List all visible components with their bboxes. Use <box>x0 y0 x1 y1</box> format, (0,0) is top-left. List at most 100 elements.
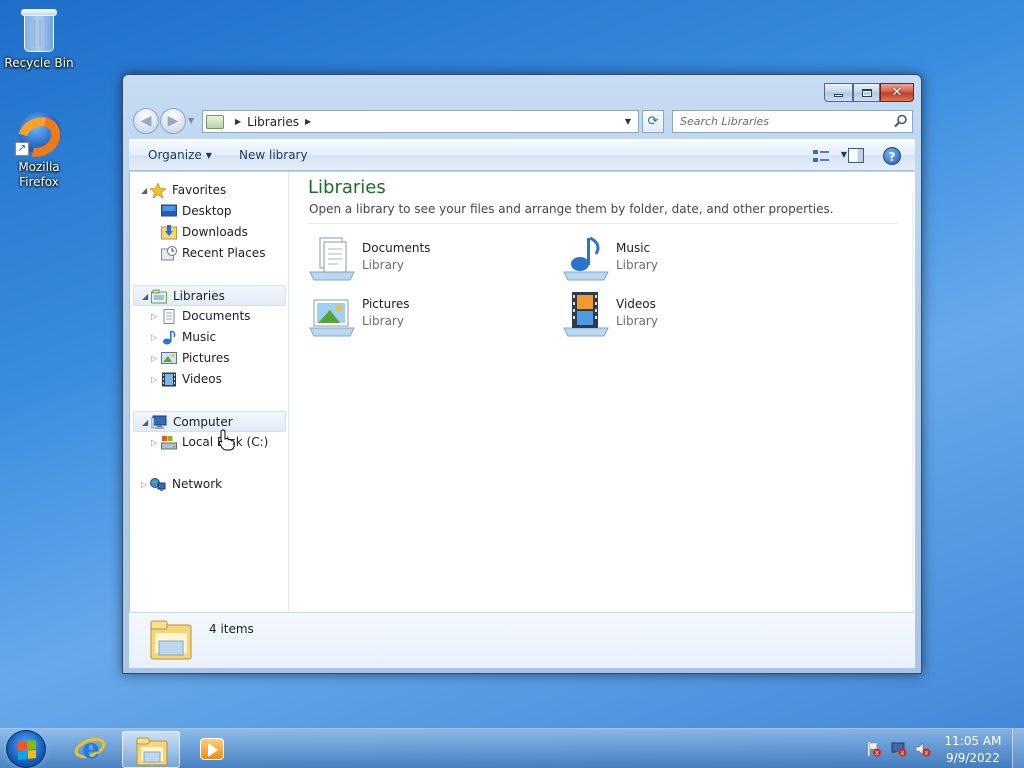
scrollbar-track[interactable] <box>912 192 914 612</box>
taskbar-windows-explorer[interactable] <box>122 731 180 768</box>
help-button[interactable]: ? <box>883 147 901 165</box>
pictures-library-icon <box>309 299 355 337</box>
change-view-icon[interactable] <box>812 149 830 163</box>
tree-label-recent-places: Recent Places <box>182 246 266 260</box>
refresh-button[interactable]: ⟳ <box>642 110 664 133</box>
tree-item-music[interactable]: ▷ Music <box>130 327 288 348</box>
tree-label-documents: Documents <box>182 309 251 323</box>
forward-button[interactable]: ▶ <box>160 108 186 134</box>
documents-library-icon <box>309 237 355 281</box>
back-button[interactable]: ◀ <box>133 108 159 134</box>
downloads-folder-icon <box>161 225 177 240</box>
pictures-icon <box>161 352 177 364</box>
tree-label-videos: Videos <box>182 372 222 386</box>
shortcut-arrow-icon: ↗ <box>15 142 29 156</box>
clock-time[interactable]: 11:05 AM <box>940 734 1006 748</box>
search-input[interactable] <box>673 111 883 132</box>
clock-date[interactable]: 9/9/2022 <box>940 751 1006 765</box>
tree-item-local-disk[interactable]: ▷ Local Disk (C:) <box>130 432 288 453</box>
minimize-button[interactable] <box>824 83 853 102</box>
svg-text:x: x <box>900 749 904 757</box>
collapsed-arrow-icon[interactable]: ▷ <box>151 306 157 327</box>
firefox-icon: ↗ <box>10 109 68 165</box>
recycle-bin-icon <box>15 6 63 54</box>
tree-item-videos[interactable]: ▷ Videos <box>130 369 288 390</box>
preview-pane-button[interactable] <box>848 148 864 163</box>
maximize-button[interactable] <box>853 83 880 102</box>
breadcrumb-separator-icon[interactable]: ▶ <box>305 117 311 126</box>
content-area: ◢ Favorites Desktop Downloads Recent Pla… <box>129 172 915 612</box>
recent-pages-button[interactable]: ▼ <box>188 115 198 127</box>
firefox-desktop-icon[interactable]: ↗ Mozilla Firefox <box>1 109 77 190</box>
navigation-pane[interactable]: ◢ Favorites Desktop Downloads Recent Pla… <box>130 172 289 612</box>
tree-item-network[interactable]: ▷ Network <box>130 474 288 495</box>
chevron-down-icon: ▼ <box>205 151 212 160</box>
expand-arrow-icon[interactable]: ◢ <box>141 180 147 201</box>
library-type: Library <box>616 258 658 272</box>
media-player-icon <box>200 738 224 760</box>
tree-item-pictures[interactable]: ▷ Pictures <box>130 348 288 369</box>
collapsed-arrow-icon[interactable]: ▷ <box>151 369 157 390</box>
network-icon <box>150 478 166 491</box>
library-item-music[interactable]: Music Library <box>562 234 782 284</box>
tree-item-documents[interactable]: ▷ Documents <box>130 306 288 327</box>
window-caption-buttons: ✕ <box>824 75 921 102</box>
videos-filmstrip-icon <box>162 372 176 387</box>
library-item-videos[interactable]: Videos Library <box>562 290 782 340</box>
expand-arrow-icon[interactable]: ◢ <box>142 286 148 307</box>
volume-muted-icon[interactable]: x <box>915 741 931 757</box>
tree-item-downloads[interactable]: Downloads <box>130 222 288 243</box>
recycle-bin-desktop-icon[interactable]: Recycle Bin <box>1 6 77 71</box>
close-icon: ✕ <box>891 85 903 100</box>
collapsed-arrow-icon[interactable]: ▷ <box>151 327 157 348</box>
network-status-icon[interactable]: x <box>891 741 907 757</box>
chevron-down-icon: ▼ <box>624 117 632 126</box>
close-button[interactable]: ✕ <box>880 83 914 102</box>
library-name: Documents <box>362 241 431 255</box>
tree-item-computer[interactable]: ◢ Computer <box>133 411 286 432</box>
address-bar[interactable]: ▶ Libraries ▶ ▼ <box>202 110 639 133</box>
explorer-window: ✕ ◀ ▶ ▼ ▶ Libraries ▶ ▼ ⟳ Organize▼ New … <box>122 74 922 674</box>
library-name: Music <box>616 241 651 255</box>
collapsed-arrow-icon[interactable]: ▷ <box>151 432 157 453</box>
computer-icon <box>151 415 167 429</box>
views-dropdown-icon[interactable]: ▼ <box>841 150 847 159</box>
tree-item-favorites[interactable]: ◢ Favorites <box>130 180 288 201</box>
item-count: 4 items <box>209 622 254 636</box>
organize-button[interactable]: Organize ▼ <box>148 148 212 162</box>
main-pane: Libraries Open a library to see your fil… <box>290 172 914 612</box>
forward-arrow-icon: ▶ <box>167 113 179 129</box>
tree-item-libraries[interactable]: ◢ Libraries <box>133 285 286 306</box>
breadcrumb-libraries[interactable]: Libraries <box>247 115 299 129</box>
svg-text:x: x <box>875 749 879 757</box>
search-icon[interactable] <box>894 114 908 128</box>
breadcrumb-separator-icon[interactable]: ▶ <box>235 117 241 126</box>
tree-label-pictures: Pictures <box>182 351 230 365</box>
tree-item-desktop[interactable]: Desktop <box>130 201 288 222</box>
svg-text:x: x <box>924 749 928 757</box>
new-library-button[interactable]: New library <box>239 148 308 162</box>
expand-arrow-icon[interactable]: ◢ <box>142 412 148 433</box>
firefox-label: Mozilla Firefox <box>18 160 60 189</box>
library-item-pictures[interactable]: Pictures Library <box>308 290 528 340</box>
help-icon: ? <box>888 150 896 164</box>
header-divider <box>308 223 898 224</box>
start-button[interactable] <box>6 730 46 768</box>
music-library-icon <box>563 236 609 281</box>
taskbar-internet-explorer[interactable]: e <box>61 731 119 768</box>
recent-places-icon <box>161 246 177 261</box>
windows-logo-icon <box>18 740 36 760</box>
tree-label-music: Music <box>182 330 217 344</box>
collapsed-arrow-icon[interactable]: ▷ <box>141 474 147 495</box>
library-name: Pictures <box>362 297 410 311</box>
collapsed-arrow-icon[interactable]: ▷ <box>151 348 157 369</box>
command-bar: Organize ▼ New library ▼ ? <box>129 139 915 171</box>
taskbar-media-player[interactable] <box>183 731 241 768</box>
action-center-flag-icon[interactable]: x <box>866 741 882 757</box>
tree-label-favorites: Favorites <box>172 183 227 197</box>
library-item-documents[interactable]: Documents Library <box>308 234 528 284</box>
show-desktop-button[interactable] <box>1012 729 1024 768</box>
tree-item-recent-places[interactable]: Recent Places <box>130 243 288 264</box>
documents-icon <box>163 309 175 324</box>
address-dropdown-button[interactable]: ▼ <box>618 111 638 132</box>
